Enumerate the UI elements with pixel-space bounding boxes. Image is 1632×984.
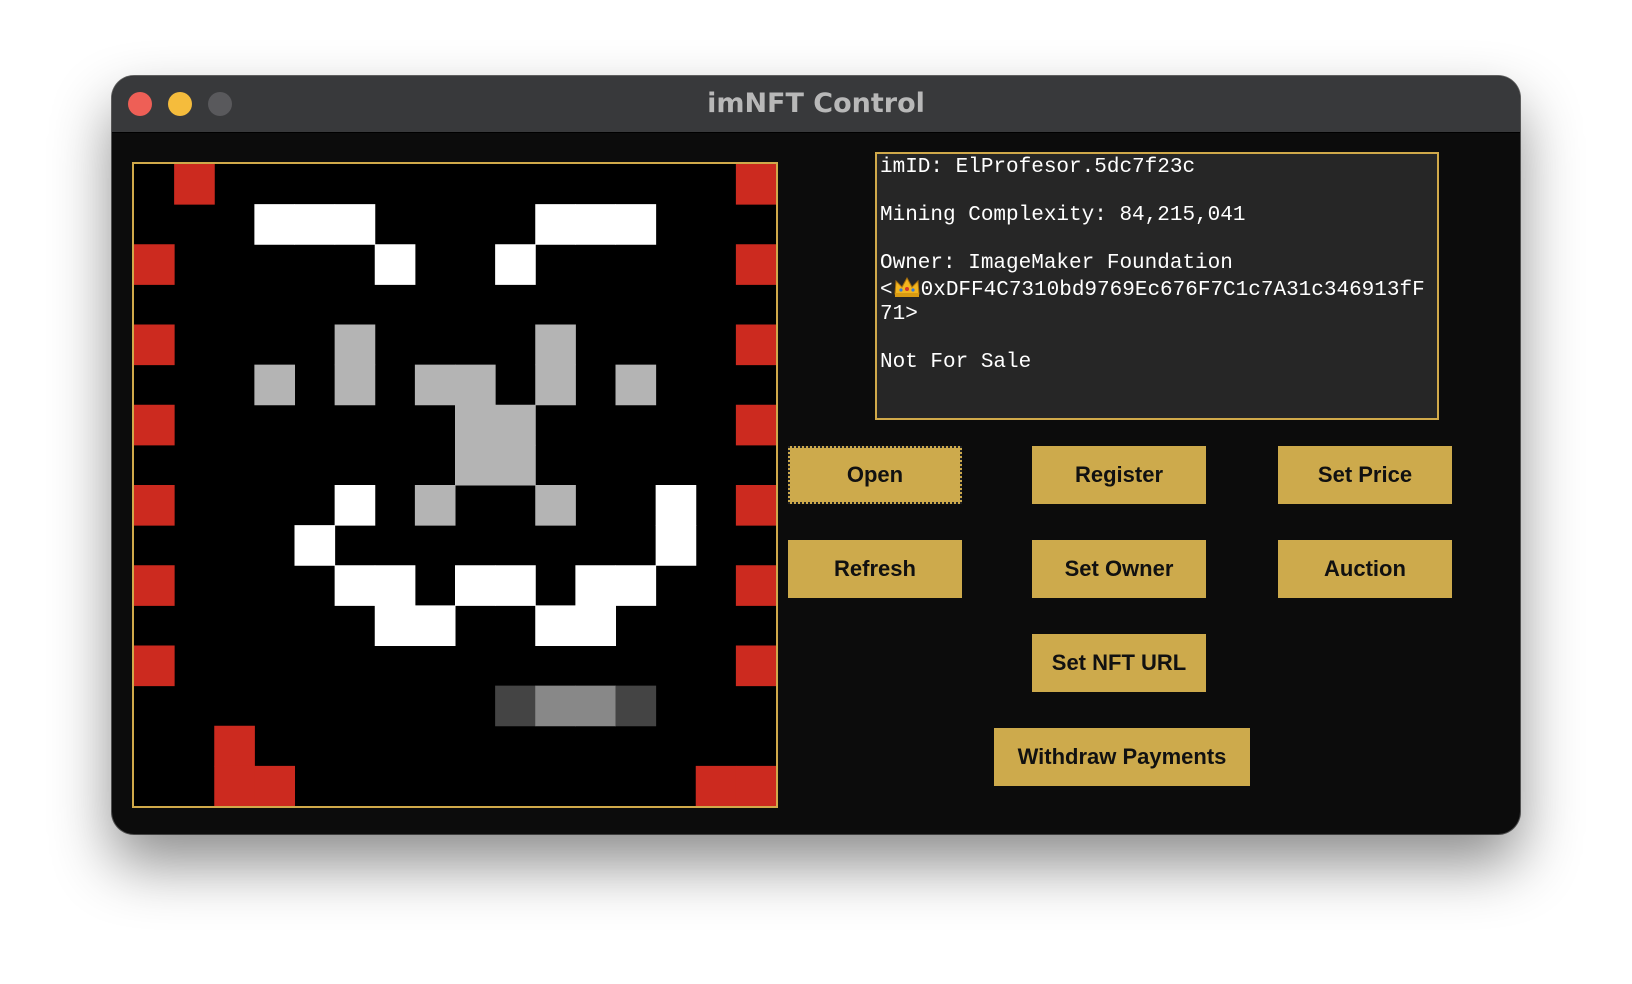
pixel bbox=[455, 404, 496, 446]
owner-address-line: <0xDFF4C7310bd9769Ec676F7C1c7A31c346913f… bbox=[880, 276, 1434, 327]
window-title: imNFT Control bbox=[707, 88, 925, 119]
register-button[interactable]: Register bbox=[1032, 446, 1206, 504]
pixel bbox=[414, 485, 456, 526]
pixel bbox=[334, 204, 376, 245]
pixel bbox=[535, 364, 576, 406]
pixel bbox=[695, 765, 737, 806]
pixel bbox=[414, 605, 456, 647]
nft-image-canvas bbox=[132, 162, 778, 808]
pixel bbox=[575, 685, 617, 727]
pixel bbox=[134, 244, 175, 285]
pixel bbox=[535, 685, 576, 727]
app-window: imNFT Control imID: ElProfesor.5dc7f23c … bbox=[112, 76, 1520, 834]
pixel bbox=[134, 485, 175, 526]
pixel bbox=[374, 565, 416, 606]
pixel bbox=[735, 324, 776, 366]
pixel bbox=[495, 685, 536, 727]
pixel bbox=[655, 525, 697, 566]
pixel bbox=[575, 605, 617, 647]
pixel bbox=[655, 485, 697, 526]
set-price-button[interactable]: Set Price bbox=[1278, 446, 1452, 504]
owner-address-text: 0xDFF4C7310bd9769Ec676F7C1c7A31c346913fF… bbox=[880, 279, 1425, 326]
pixel bbox=[414, 364, 456, 406]
pixel bbox=[455, 565, 496, 606]
nft-info-panel: imID: ElProfesor.5dc7f23c Mining Complex… bbox=[875, 152, 1439, 420]
pixel bbox=[334, 364, 376, 406]
withdraw-payments-button[interactable]: Withdraw Payments bbox=[994, 728, 1250, 786]
pixel bbox=[575, 565, 617, 606]
pixel bbox=[735, 164, 776, 205]
pixel bbox=[535, 324, 576, 366]
refresh-button[interactable]: Refresh bbox=[788, 540, 962, 598]
sale-status-text: Not For Sale bbox=[880, 351, 1032, 374]
pixel bbox=[615, 565, 657, 606]
pixel bbox=[334, 324, 376, 366]
pixel bbox=[174, 164, 215, 205]
pixel bbox=[334, 565, 376, 606]
open-button[interactable]: Open bbox=[788, 446, 962, 504]
pixel bbox=[374, 605, 416, 647]
crown-icon bbox=[894, 276, 920, 297]
pixel bbox=[615, 685, 657, 727]
pixel bbox=[254, 204, 296, 245]
pixel bbox=[735, 645, 776, 687]
set-owner-button[interactable]: Set Owner bbox=[1032, 540, 1206, 598]
nft-pixel-image bbox=[134, 164, 776, 806]
pixel bbox=[214, 765, 255, 806]
pixel bbox=[455, 444, 496, 486]
pixel bbox=[535, 485, 576, 526]
pixel bbox=[735, 244, 776, 285]
pixel bbox=[134, 404, 175, 446]
pixel bbox=[294, 525, 336, 566]
pixel bbox=[134, 324, 175, 366]
pixel bbox=[735, 485, 776, 526]
imid-text: imID: ElProfesor.5dc7f23c bbox=[880, 156, 1196, 179]
pixel bbox=[214, 725, 255, 767]
pixel bbox=[495, 244, 536, 285]
pixel bbox=[455, 364, 496, 406]
pixel bbox=[535, 605, 576, 647]
pixel bbox=[735, 765, 776, 806]
pixel bbox=[495, 565, 536, 606]
pixel bbox=[495, 404, 536, 446]
pixel bbox=[615, 364, 657, 406]
mining-complexity-text: Mining Complexity: 84,215,041 bbox=[880, 204, 1246, 227]
title-bar: imNFT Control bbox=[112, 76, 1520, 133]
pixel bbox=[615, 204, 657, 245]
pixel bbox=[735, 404, 776, 446]
pixel bbox=[334, 485, 376, 526]
pixel bbox=[374, 244, 416, 285]
pixel bbox=[134, 645, 175, 687]
pixel bbox=[575, 204, 617, 245]
pixel bbox=[134, 565, 175, 606]
auction-button[interactable]: Auction bbox=[1278, 540, 1452, 598]
pixel bbox=[735, 565, 776, 606]
pixel bbox=[254, 364, 296, 406]
pixel bbox=[254, 765, 296, 806]
set-nft-url-button[interactable]: Set NFT URL bbox=[1032, 634, 1206, 692]
pixel bbox=[294, 204, 336, 245]
owner-name-text: Owner: ImageMaker Foundation bbox=[880, 252, 1233, 275]
pixel bbox=[535, 204, 576, 245]
pixel bbox=[495, 444, 536, 486]
